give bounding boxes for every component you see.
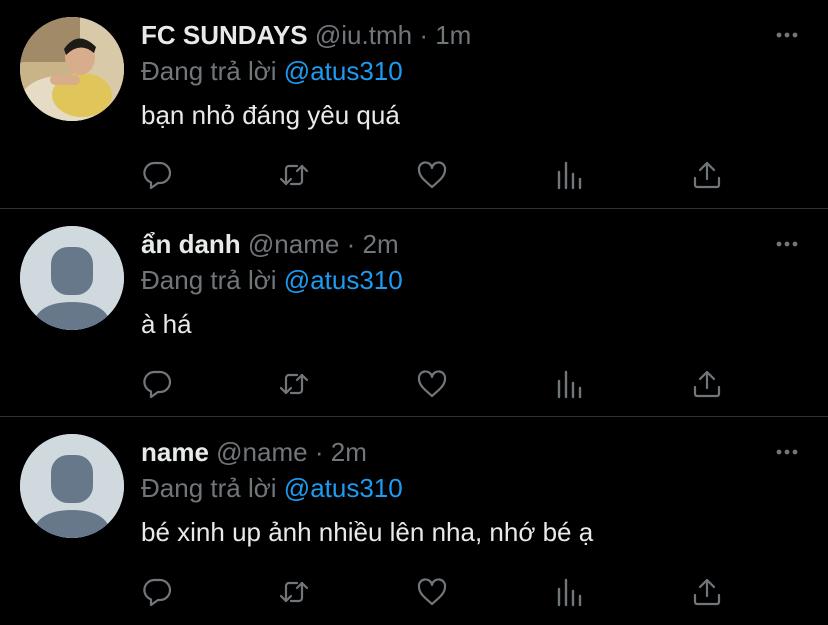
action-bar	[0, 571, 828, 615]
reply-tweet[interactable]: ẩn danh @name · 2m Đang trả lời @atus310…	[0, 209, 828, 416]
action-bar	[0, 154, 828, 198]
tweet-header: ẩn danh @name · 2m	[141, 229, 399, 259]
timestamp[interactable]: 2m	[362, 229, 398, 259]
retweet-icon[interactable]	[277, 158, 311, 192]
more-icon[interactable]	[774, 231, 800, 257]
share-icon[interactable]	[690, 367, 724, 401]
like-icon[interactable]	[415, 575, 449, 609]
share-icon[interactable]	[690, 575, 724, 609]
share-icon[interactable]	[690, 158, 724, 192]
retweet-icon[interactable]	[277, 575, 311, 609]
mention-link[interactable]: @atus310	[284, 473, 403, 503]
stats-icon[interactable]	[553, 158, 587, 192]
more-icon[interactable]	[774, 22, 800, 48]
replying-prefix: Đang trả lời	[141, 473, 277, 503]
user-handle[interactable]: @name	[216, 437, 307, 467]
reply-icon[interactable]	[140, 367, 174, 401]
separator-dot: ·	[314, 437, 324, 467]
mention-link[interactable]: @atus310	[284, 56, 403, 86]
mention-link[interactable]: @atus310	[284, 265, 403, 295]
replying-to: Đang trả lời @atus310	[141, 56, 403, 86]
display-name[interactable]: ẩn danh	[141, 229, 241, 259]
avatar[interactable]	[20, 434, 124, 538]
replying-to: Đang trả lời @atus310	[141, 473, 403, 503]
stats-icon[interactable]	[553, 367, 587, 401]
user-handle[interactable]: @iu.tmh	[315, 20, 412, 50]
reply-tweet[interactable]: FC SUNDAYS @iu.tmh · 1m Đang trả lời @at…	[0, 0, 828, 208]
reply-icon[interactable]	[140, 158, 174, 192]
tweet-header: FC SUNDAYS @iu.tmh · 1m	[141, 20, 471, 50]
timestamp[interactable]: 1m	[435, 20, 471, 50]
timestamp[interactable]: 2m	[331, 437, 367, 467]
like-icon[interactable]	[415, 158, 449, 192]
tweet-header: name @name · 2m	[141, 437, 367, 467]
more-icon[interactable]	[774, 439, 800, 465]
user-handle[interactable]: @name	[248, 229, 339, 259]
tweet-text: bé xinh up ảnh nhiều lên nha, nhớ bé ạ	[141, 517, 594, 547]
avatar[interactable]	[20, 226, 124, 330]
separator-dot: ·	[419, 20, 428, 50]
replying-to: Đang trả lời @atus310	[141, 265, 403, 295]
replying-prefix: Đang trả lời	[141, 56, 277, 86]
separator-dot: ·	[346, 229, 356, 259]
avatar[interactable]	[20, 17, 124, 121]
stats-icon[interactable]	[553, 575, 587, 609]
tweet-text: à há	[141, 309, 192, 339]
reply-icon[interactable]	[140, 575, 174, 609]
like-icon[interactable]	[415, 367, 449, 401]
action-bar	[0, 363, 828, 407]
tweet-text: bạn nhỏ đáng yêu quá	[141, 100, 400, 130]
retweet-icon[interactable]	[277, 367, 311, 401]
reply-feed: FC SUNDAYS @iu.tmh · 1m Đang trả lời @at…	[0, 0, 828, 625]
replying-prefix: Đang trả lời	[141, 265, 277, 295]
reply-tweet[interactable]: name @name · 2m Đang trả lời @atus310 bé…	[0, 417, 828, 625]
display-name[interactable]: FC SUNDAYS	[141, 20, 308, 50]
display-name[interactable]: name	[141, 437, 209, 467]
